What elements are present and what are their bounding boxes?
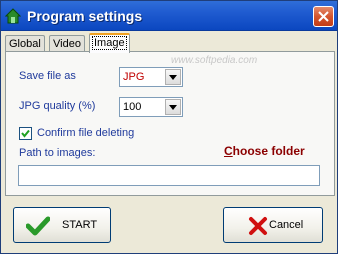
save-file-as-label: Save file as xyxy=(19,70,76,82)
tab-image-label: Image xyxy=(92,36,127,50)
jpg-quality-label: JPG quality (%) xyxy=(19,100,96,112)
choose-folder-label: hoose folder xyxy=(232,144,305,158)
tab-video[interactable]: Video xyxy=(49,35,85,52)
jpg-quality-dropdown-button[interactable] xyxy=(165,99,181,115)
close-icon xyxy=(318,11,329,22)
image-settings-panel: Save file as JPG www.softpedia.com JPG q… xyxy=(5,51,335,196)
tab-video-label: Video xyxy=(53,38,81,50)
path-to-images-input[interactable] xyxy=(18,165,320,186)
confirm-delete-label[interactable]: Confirm file deleting xyxy=(37,127,134,139)
tab-image[interactable]: Image xyxy=(89,33,130,53)
path-to-images-label: Path to images: xyxy=(19,147,96,159)
start-button[interactable]: START xyxy=(13,207,111,243)
red-x-icon xyxy=(248,216,268,236)
tab-global-label: Global xyxy=(9,38,41,50)
chevron-down-icon xyxy=(169,105,177,110)
chevron-down-icon xyxy=(169,75,177,80)
program-settings-window: Program settings Global Video Image Save… xyxy=(0,0,338,254)
tab-global[interactable]: Global xyxy=(5,35,45,52)
save-file-as-select[interactable]: JPG xyxy=(119,67,183,87)
cancel-label: Cancel xyxy=(269,219,304,231)
save-file-as-dropdown-button[interactable] xyxy=(165,69,181,85)
jpg-quality-select[interactable]: 100 xyxy=(119,97,183,117)
title-bar[interactable]: Program settings xyxy=(1,1,337,31)
watermark-text: www.softpedia.com xyxy=(171,55,258,66)
save-file-as-value: JPG xyxy=(123,71,145,83)
window-title: Program settings xyxy=(27,8,143,24)
choose-folder-button[interactable]: Choose folder xyxy=(224,144,305,158)
close-button[interactable] xyxy=(313,6,334,27)
choose-folder-accel: C xyxy=(224,144,233,158)
confirm-delete-checkbox[interactable] xyxy=(19,127,32,140)
app-icon xyxy=(4,8,22,24)
jpg-quality-value: 100 xyxy=(123,101,142,113)
checkmark-icon xyxy=(21,129,30,138)
green-check-icon xyxy=(25,216,51,236)
start-label: START xyxy=(62,219,98,231)
cancel-button[interactable]: Cancel xyxy=(223,207,323,243)
